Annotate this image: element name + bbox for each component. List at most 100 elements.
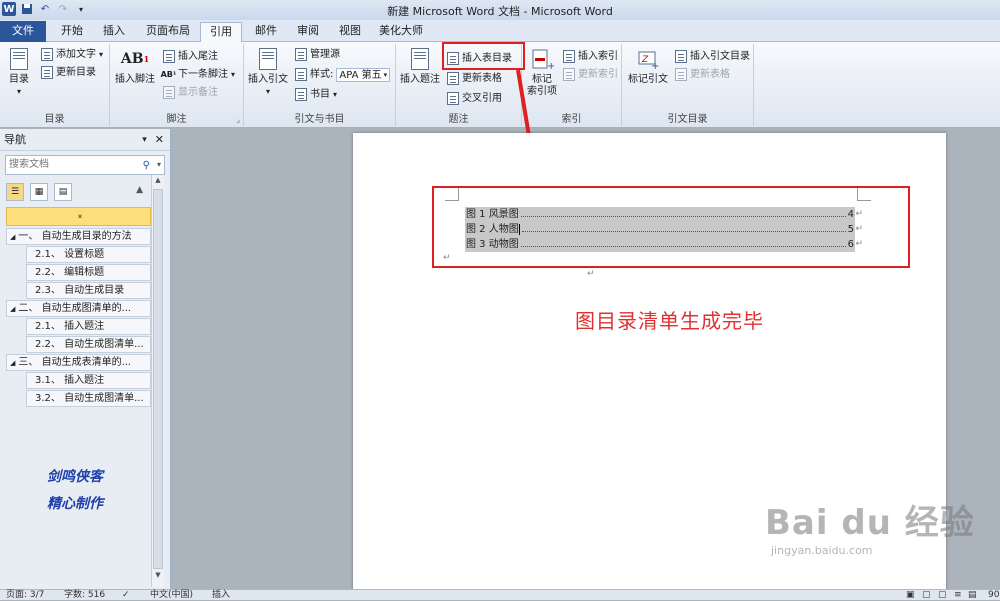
- zoom-level[interactable]: 90: [988, 590, 999, 601]
- update-table-button[interactable]: 更新表格: [446, 70, 502, 87]
- print-layout-icon[interactable]: ▣: [906, 590, 915, 601]
- tab-home[interactable]: 开始: [52, 22, 92, 42]
- previous-heading-icon[interactable]: ▲: [136, 185, 143, 195]
- insert-endnote-button[interactable]: 插入尾注: [162, 48, 218, 65]
- bibliography-icon: [294, 88, 307, 101]
- expand-icon[interactable]: ◢: [10, 233, 15, 241]
- show-notes-button[interactable]: 显示备注: [162, 84, 218, 101]
- tree-item[interactable]: 2.1、 插入题注: [26, 318, 151, 335]
- style-dropdown[interactable]: APA 第五 ▾: [336, 67, 391, 82]
- results-view-icon[interactable]: ▤: [54, 183, 72, 201]
- citations-group: 插入引文 ▾ 管理源 样式: APA 第五 ▾ 书目 ▾ 引文与书目: [244, 44, 396, 126]
- update-toa-button[interactable]: 更新表格: [674, 66, 730, 83]
- tab-mailings[interactable]: 邮件: [248, 22, 284, 42]
- expand-icon[interactable]: ◢: [10, 359, 15, 367]
- index-group-label: 索引: [561, 114, 582, 125]
- status-bar: 页面: 3/7 字数: 516 ✓ 中文(中国) 插入 ▣ ▢ ▢ ≡ ▤ 90: [0, 589, 1000, 600]
- endnote-icon: [162, 50, 175, 63]
- add-text-button[interactable]: 添加文字 ▾: [40, 46, 103, 63]
- draft-icon[interactable]: ▤: [968, 590, 977, 601]
- tab-review[interactable]: 审阅: [290, 22, 326, 42]
- scroll-up-icon[interactable]: ▲: [152, 176, 164, 188]
- svg-text:+: +: [547, 61, 554, 71]
- toc-button[interactable]: 目录 ▾: [4, 46, 34, 98]
- bibliography-button[interactable]: 书目 ▾: [294, 86, 337, 103]
- ribbon-tabs: 文件 开始 插入 页面布局 引用 邮件 审阅 视图 美化大师: [0, 20, 1000, 43]
- mark-entry-icon: +: [529, 46, 555, 72]
- caption-icon: [407, 46, 433, 72]
- footnote-icon: AB 1: [120, 51, 150, 67]
- tab-insert[interactable]: 插入: [96, 22, 132, 42]
- full-screen-icon[interactable]: ▢: [922, 590, 931, 601]
- scroll-down-icon[interactable]: ▼: [152, 571, 164, 583]
- insert-caption-button[interactable]: 插入题注: [398, 46, 442, 86]
- tree-item[interactable]: ◢ 一、 自动生成目录的方法: [6, 228, 151, 245]
- tree-item[interactable]: 2.2、 自动生成图清单...: [26, 336, 151, 353]
- citations-group-label: 引文与书目: [294, 114, 345, 125]
- update-toc-icon: [40, 66, 53, 79]
- dialog-launcher-icon[interactable]: ⌟: [236, 115, 240, 124]
- nav-menu-icon[interactable]: ▾: [142, 129, 147, 151]
- tree-item[interactable]: ◢ 三、 自动生成表清单的...: [6, 354, 151, 371]
- expand-icon[interactable]: ◢: [10, 305, 15, 313]
- tree-item[interactable]: 2.1、 设置标题: [26, 246, 151, 263]
- insert-toa-button[interactable]: 插入引文目录: [674, 48, 750, 65]
- update-index-icon: [562, 68, 575, 81]
- tab-view[interactable]: 视图: [332, 22, 368, 42]
- web-layout-icon[interactable]: ▢: [938, 590, 947, 601]
- authorities-group-label: 引文目录: [667, 114, 708, 125]
- nav-title: 导航: [4, 133, 26, 146]
- insert-footnote-button[interactable]: AB 1 插入脚注: [114, 46, 156, 86]
- nav-scrollbar[interactable]: ▲ ▼: [151, 175, 164, 587]
- annotation-caption: 图目录清单生成完毕: [575, 309, 764, 333]
- tree-item[interactable]: 2.2、 编辑标题: [26, 264, 151, 281]
- next-footnote-icon: AB¹: [160, 70, 177, 79]
- captions-group-label: 题注: [448, 114, 469, 125]
- collapse-all-button[interactable]: ⌅: [6, 207, 151, 226]
- update-index-button[interactable]: 更新索引: [562, 66, 618, 83]
- update-toc-button[interactable]: 更新目录: [40, 64, 96, 81]
- manage-sources-button[interactable]: 管理源: [294, 46, 340, 63]
- tree-item[interactable]: 3.2、 自动生成图清单...: [26, 390, 151, 407]
- mark-entry-button[interactable]: + 标记 索引项: [524, 46, 560, 98]
- next-footnote-button[interactable]: AB¹ 下一条脚注 ▾: [160, 66, 235, 83]
- proofing-icon[interactable]: ✓: [122, 590, 130, 601]
- insert-mode[interactable]: 插入: [212, 590, 230, 601]
- page-count[interactable]: 页面: 3/7: [6, 590, 44, 601]
- close-icon[interactable]: ✕: [155, 129, 164, 151]
- highlight-box-toc: [432, 186, 910, 268]
- tree-item[interactable]: ◢ 二、 自动生成图清单的...: [6, 300, 151, 317]
- update-table-icon: [446, 72, 459, 85]
- search-input[interactable]: 搜索文档 ⚲ ▾: [5, 155, 165, 175]
- svg-text:Z: Z: [641, 55, 649, 65]
- insert-index-button[interactable]: 插入索引: [562, 48, 618, 65]
- word-count[interactable]: 字数: 516: [64, 590, 105, 601]
- tree-item[interactable]: 2.3、 自动生成目录: [26, 282, 151, 299]
- window-title: 新建 Microsoft Word 文档 - Microsoft Word: [387, 5, 613, 18]
- style-icon: [294, 68, 307, 81]
- insert-citation-button[interactable]: 插入引文 ▾: [246, 46, 290, 98]
- cross-reference-button[interactable]: 交叉引用: [446, 90, 502, 107]
- search-dropdown-icon[interactable]: ▾: [157, 156, 161, 174]
- baidu-watermark: Bai du 经验 jingyan.baidu.com: [765, 503, 975, 557]
- language-indicator[interactable]: 中文(中国): [150, 590, 193, 601]
- pages-view-icon[interactable]: ▦: [30, 183, 48, 201]
- search-icon[interactable]: ⚲: [143, 157, 150, 175]
- tab-references[interactable]: 引用: [200, 22, 242, 43]
- tree-item[interactable]: 3.1、 插入题注: [26, 372, 151, 389]
- manage-sources-icon: [294, 48, 307, 61]
- tab-file[interactable]: 文件: [0, 21, 46, 42]
- index-group: + 标记 索引项 插入索引 更新索引 索引: [522, 44, 622, 126]
- outline-icon[interactable]: ≡: [954, 590, 962, 601]
- tab-beautify[interactable]: 美化大师: [374, 22, 428, 42]
- footnote-group-label: 脚注: [166, 114, 187, 125]
- headings-view-icon[interactable]: ☰: [6, 183, 24, 201]
- mark-citation-button[interactable]: Z + 标记引文: [626, 46, 670, 86]
- insert-index-icon: [562, 50, 575, 63]
- update-toa-icon: [674, 68, 687, 81]
- toc-group: 目录 ▾ 添加文字 ▾ 更新目录 目录: [0, 44, 110, 126]
- tab-page-layout[interactable]: 页面布局: [140, 22, 196, 42]
- scroll-thumb[interactable]: [153, 189, 163, 569]
- authorities-group: Z + 标记引文 插入引文目录 更新表格 引文目录: [622, 44, 754, 126]
- style-selector[interactable]: 样式: APA 第五 ▾: [294, 66, 391, 83]
